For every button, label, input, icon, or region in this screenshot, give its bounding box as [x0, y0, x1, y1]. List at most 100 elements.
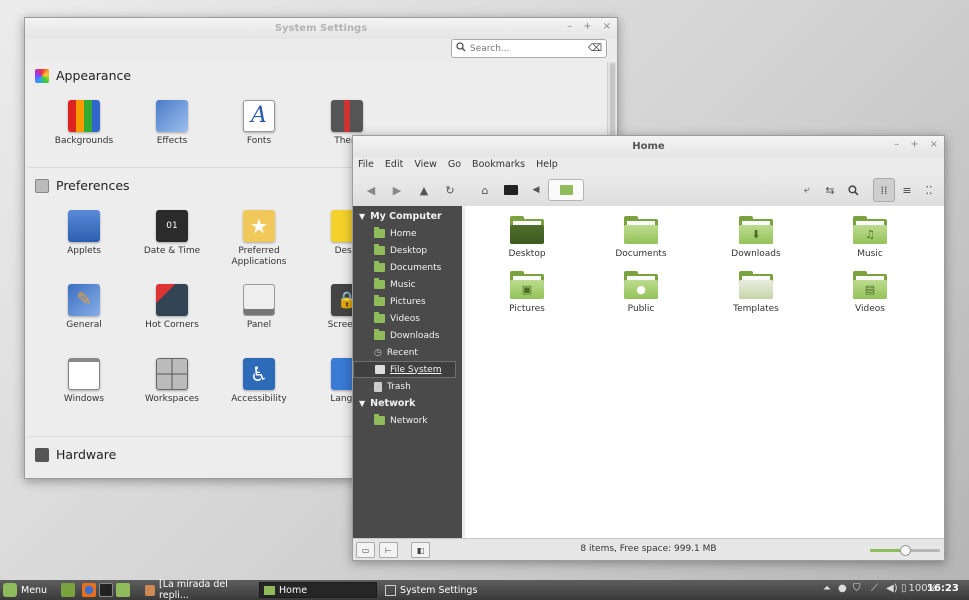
network-header[interactable]: ▼ Network [353, 395, 462, 412]
settings-fonts[interactable]: A Fonts [219, 100, 299, 147]
sidebar-item-trash[interactable]: Trash [353, 378, 462, 395]
mint-logo-icon [3, 583, 17, 597]
clock[interactable]: 16:23 [927, 583, 959, 594]
menu-file[interactable]: File [358, 159, 374, 172]
back-icon[interactable]: ◀ [363, 182, 379, 198]
update-icon[interactable]: ⛉ [853, 583, 861, 594]
settings-accessibility[interactable]: ♿ Accessibility [219, 358, 299, 405]
folder-videos[interactable]: ▤ Videos [820, 271, 920, 314]
file-view[interactable]: Desktop Documents ⬇ Downloads ♫ Music ▣ … [465, 206, 944, 538]
open-terminal-icon[interactable]: ⇆ [822, 182, 838, 198]
sidebar-item-recent[interactable]: ◷ Recent [353, 344, 462, 361]
folder-icon [374, 278, 385, 289]
toggle-location-icon[interactable]: ⤶ [799, 182, 815, 198]
folder-public[interactable]: ● Public [591, 271, 691, 314]
reload-icon[interactable]: ↻ [442, 182, 458, 198]
clock-icon: ◷ [374, 347, 382, 358]
system-settings-titlebar[interactable]: System Settings – + × [25, 18, 617, 39]
settings-windows[interactable]: Windows [44, 358, 124, 405]
up-icon[interactable]: ▲ [416, 182, 432, 198]
menu-help[interactable]: Help [536, 159, 558, 172]
task-browser[interactable]: [La mirada del repli... [141, 579, 256, 600]
downloads-folder-icon: ⬇ [739, 216, 773, 244]
sidebar-item-desktop[interactable]: Desktop [353, 242, 462, 259]
folder-templates[interactable]: Templates [706, 271, 806, 314]
close-icon[interactable]: × [603, 21, 611, 32]
folder-downloads[interactable]: ⬇ Downloads [706, 216, 806, 259]
settings-general[interactable]: ✎ General [44, 284, 124, 331]
show-desktop-icon[interactable] [61, 583, 75, 597]
folder-pictures[interactable]: ▣ Pictures [477, 271, 577, 314]
settings-hot-corners[interactable]: Hot Corners [132, 284, 212, 331]
files-icon[interactable] [116, 583, 130, 597]
settings-applets[interactable]: Applets [44, 210, 124, 257]
search-input[interactable] [470, 43, 588, 54]
menu-edit[interactable]: Edit [385, 159, 403, 172]
wrench-icon: ✎ [68, 284, 100, 316]
home-icon[interactable]: ⌂ [477, 182, 493, 198]
folder-documents[interactable]: Documents [591, 216, 691, 259]
minimize-icon[interactable]: – [567, 21, 572, 32]
search-icon[interactable] [845, 182, 861, 198]
clear-search-icon[interactable]: ⌫ [588, 43, 602, 54]
documents-folder-icon [624, 216, 658, 244]
sidebar-item-file-system[interactable]: File System [353, 361, 456, 378]
user-icon[interactable]: ● [838, 583, 847, 594]
effects-icon [156, 100, 188, 132]
public-folder-icon: ● [624, 271, 658, 299]
sidebar-item-videos[interactable]: Videos [353, 310, 462, 327]
settings-backgrounds[interactable]: Backgrounds [44, 100, 124, 147]
star-icon: ★ [243, 210, 275, 242]
settings-workspaces[interactable]: Workspaces [132, 358, 212, 405]
task-system-settings[interactable]: System Settings [381, 582, 507, 598]
settings-effects[interactable]: Effects [132, 100, 212, 147]
settings-panel[interactable]: Panel [219, 284, 299, 331]
sidebar-item-network[interactable]: Network [353, 412, 462, 429]
my-computer-header[interactable]: ▼ My Computer [353, 208, 462, 225]
file-manager-titlebar[interactable]: Home – + × [353, 136, 944, 157]
task-home[interactable]: Home [259, 582, 377, 598]
menu-bookmarks[interactable]: Bookmarks [472, 159, 525, 172]
maximize-icon[interactable]: + [583, 21, 591, 32]
firefox-icon[interactable] [82, 583, 96, 597]
network-icon[interactable]: ⟋ [871, 583, 878, 594]
hot-corners-icon [156, 284, 188, 316]
sidebar-item-documents[interactable]: Documents [353, 259, 462, 276]
themes-icon [331, 100, 363, 132]
hardware-header: Hardware [35, 447, 116, 462]
sidebar-item-music[interactable]: Music [353, 276, 462, 293]
folder-music[interactable]: ♫ Music [820, 216, 920, 259]
folder-icon [374, 244, 385, 255]
app-icon [145, 584, 156, 596]
path-left-icon[interactable]: ◀ [528, 182, 544, 198]
sidebar-item-downloads[interactable]: Downloads [353, 327, 462, 344]
terminal-icon[interactable] [99, 583, 113, 597]
settings-preferred-applications[interactable]: ★ Preferred Applications [219, 210, 299, 268]
home-folder-icon [559, 185, 573, 195]
drive-icon [375, 365, 385, 374]
close-icon[interactable]: × [930, 139, 938, 150]
file-manager-window: Home – + × File Edit View Go Bookmarks H… [352, 135, 945, 561]
menu-view[interactable]: View [414, 159, 437, 172]
zoom-slider[interactable] [870, 545, 940, 556]
sidebar-item-home[interactable]: Home [353, 225, 462, 242]
settings-date-time[interactable]: 01 Date & Time [132, 210, 212, 257]
breadcrumb-home[interactable] [548, 179, 584, 201]
menu-go[interactable]: Go [448, 159, 461, 172]
maximize-icon[interactable]: + [910, 139, 918, 150]
backgrounds-icon [68, 100, 100, 132]
folder-desktop[interactable]: Desktop [477, 216, 577, 259]
icon-view-icon[interactable]: ⁞⁞ [873, 178, 895, 202]
computer-icon[interactable] [503, 182, 519, 198]
list-view-icon[interactable]: ≡ [896, 178, 918, 202]
sidebar-item-pictures[interactable]: Pictures [353, 293, 462, 310]
search-field[interactable]: ⌫ [451, 39, 607, 58]
minimize-icon[interactable]: – [894, 139, 899, 150]
forward-icon[interactable]: ▶ [389, 182, 405, 198]
volume-icon[interactable]: ◀) [886, 583, 898, 594]
menu-button[interactable]: Menu [3, 583, 47, 597]
folder-icon [374, 261, 385, 272]
compact-view-icon[interactable]: ⁚⁚ [918, 178, 940, 202]
tray-arrow-icon[interactable]: ⏶ [823, 583, 831, 594]
zoom-slider-handle[interactable] [900, 545, 911, 556]
